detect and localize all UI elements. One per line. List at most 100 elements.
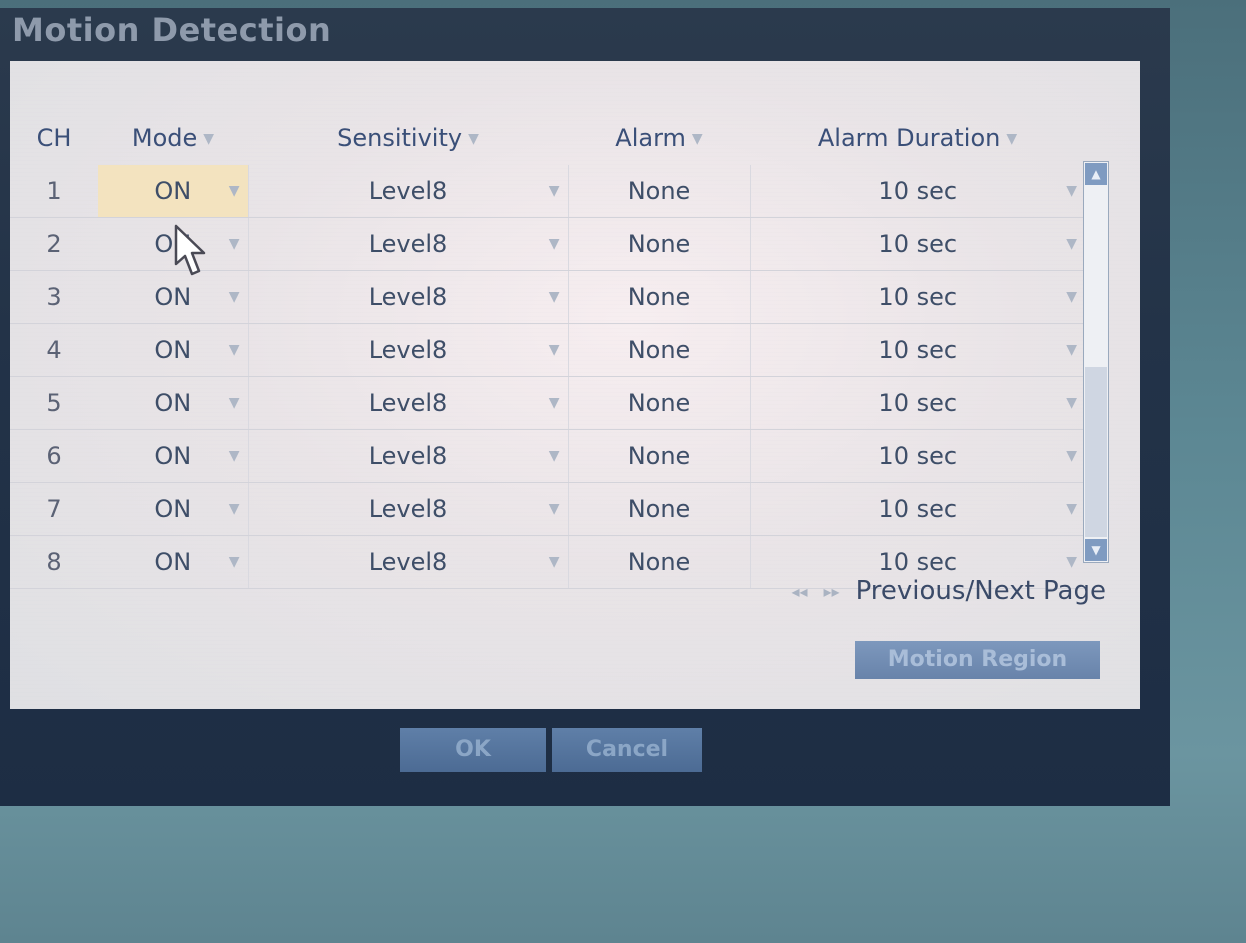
alarm-value: None (627, 177, 691, 205)
alarm-select[interactable]: None (567, 429, 750, 483)
alarm-select[interactable]: None (567, 165, 750, 218)
mode-select[interactable]: ON ▼ (98, 323, 248, 377)
mode-value: ON (154, 336, 192, 364)
chevron-down-icon: ▼ (228, 448, 240, 464)
motion-region-button[interactable]: Motion Region (855, 641, 1100, 679)
duration-select[interactable]: 10 sec ▼ (749, 165, 1085, 218)
header-mode[interactable]: Mode ▼ (98, 111, 248, 165)
table-row: 1 ON ▼ Level8 ▼ None 10 sec ▼ (10, 165, 1085, 218)
motion-detection-window: Motion Detection CH Mode ▼ Sensitivity ▼ A… (0, 8, 1170, 806)
mode-select[interactable]: ON ▼ (98, 165, 248, 218)
sensitivity-select[interactable]: Level8 ▼ (247, 270, 568, 324)
duration-select[interactable]: 10 sec ▼ (749, 217, 1085, 271)
header-ch: CH (36, 124, 72, 152)
duration-value: 10 sec (878, 336, 958, 364)
mode-select[interactable]: ON ▼ (98, 535, 248, 589)
mode-select[interactable]: ON ▼ (98, 429, 248, 483)
alarm-value: None (627, 548, 691, 576)
sensitivity-value: Level8 (368, 495, 448, 523)
header-alarm[interactable]: Alarm ▼ (568, 111, 750, 165)
chevron-down-icon: ▼ (228, 236, 240, 252)
duration-select[interactable]: 10 sec ▼ (749, 323, 1085, 377)
chevron-down-icon: ▼ (228, 554, 240, 570)
duration-select[interactable]: 10 sec ▼ (749, 429, 1085, 483)
channel-number: 1 (10, 165, 98, 218)
mode-value: ON (154, 177, 192, 205)
chevron-down-icon: ▼ (548, 236, 560, 252)
mode-value: ON (154, 283, 192, 311)
double-right-arrow-icon[interactable]: ▸▸ (824, 582, 840, 601)
table-row: 4 ON ▼ Level8 ▼ None 10 sec ▼ (10, 323, 1085, 377)
chevron-down-icon: ▼ (1066, 395, 1077, 411)
duration-select[interactable]: 10 sec ▼ (749, 270, 1085, 324)
sensitivity-select[interactable]: Level8 ▼ (247, 535, 568, 589)
alarm-select[interactable]: None (567, 270, 750, 324)
chevron-down-icon: ▼ (1066, 501, 1077, 517)
duration-value: 10 sec (878, 389, 958, 417)
chevron-down-icon: ▼ (228, 183, 240, 199)
channel-number: 6 (10, 429, 98, 483)
chevron-down-icon: ▼ (1066, 236, 1077, 252)
chevron-down-icon: ▼ (228, 289, 240, 305)
channel-number: 7 (10, 482, 98, 536)
chevron-down-icon: ▼ (548, 289, 560, 305)
page-navigation: ◂◂ ▸▸ Previous/Next Page (791, 576, 1106, 606)
sensitivity-select[interactable]: Level8 ▼ (247, 429, 568, 483)
sensitivity-select[interactable]: Level8 ▼ (247, 165, 568, 218)
channel-number: 4 (10, 323, 98, 377)
scroll-down-arrow-icon[interactable]: ▼ (1085, 539, 1107, 561)
alarm-value: None (627, 495, 691, 523)
duration-value: 10 sec (878, 442, 958, 470)
alarm-select[interactable]: None (567, 323, 750, 377)
sensitivity-select[interactable]: Level8 ▼ (247, 482, 568, 536)
mode-value: ON (154, 548, 192, 576)
mode-select[interactable]: ON ▼ (98, 376, 248, 430)
alarm-select[interactable]: None (567, 217, 750, 271)
mouse-pointer-icon (174, 224, 206, 276)
chevron-down-icon: ▼ (691, 131, 703, 147)
sensitivity-select[interactable]: Level8 ▼ (247, 323, 568, 377)
sensitivity-value: Level8 (368, 177, 448, 205)
table-header-row: CH Mode ▼ Sensitivity ▼ Alarm ▼ Alarm Durat… (10, 111, 1085, 165)
chevron-down-icon: ▼ (1066, 183, 1077, 199)
alarm-select[interactable]: None (567, 376, 750, 430)
chevron-down-icon: ▼ (228, 395, 240, 411)
alarm-value: None (627, 230, 691, 258)
mode-select[interactable]: ON ▼ (98, 482, 248, 536)
duration-value: 10 sec (878, 177, 958, 205)
duration-select[interactable]: 10 sec ▼ (749, 482, 1085, 536)
ok-button[interactable]: OK (400, 728, 546, 772)
duration-value: 10 sec (878, 495, 958, 523)
alarm-select[interactable]: None (567, 535, 750, 589)
duration-select[interactable]: 10 sec ▼ (749, 376, 1085, 430)
table-scrollbar[interactable]: ▲ ▼ (1083, 161, 1109, 563)
table-row: 5 ON ▼ Level8 ▼ None 10 sec ▼ (10, 376, 1085, 430)
chevron-down-icon: ▼ (548, 395, 560, 411)
cancel-button[interactable]: Cancel (552, 728, 702, 772)
sensitivity-select[interactable]: Level8 ▼ (247, 376, 568, 430)
double-left-arrow-icon[interactable]: ◂◂ (791, 582, 807, 601)
chevron-down-icon: ▼ (548, 448, 560, 464)
scrollbar-thumb[interactable] (1085, 367, 1107, 537)
chevron-down-icon: ▼ (203, 131, 215, 147)
scroll-up-arrow-icon[interactable]: ▲ (1085, 163, 1107, 185)
table-row: 6 ON ▼ Level8 ▼ None 10 sec ▼ (10, 429, 1085, 483)
chevron-down-icon: ▼ (1066, 342, 1077, 358)
window-title: Motion Detection (12, 11, 332, 49)
header-alarm-label: Alarm (615, 124, 686, 152)
channel-number: 8 (10, 535, 98, 589)
table-row: 7 ON ▼ Level8 ▼ None 10 sec ▼ (10, 482, 1085, 536)
header-alarm-duration[interactable]: Alarm Duration ▼ (750, 111, 1085, 165)
channel-number: 5 (10, 376, 98, 430)
duration-value: 10 sec (878, 548, 958, 576)
alarm-value: None (627, 283, 691, 311)
alarm-value: None (627, 336, 691, 364)
chevron-down-icon: ▼ (468, 131, 479, 147)
alarm-select[interactable]: None (567, 482, 750, 536)
chevron-down-icon: ▼ (1066, 448, 1077, 464)
header-sensitivity[interactable]: Sensitivity ▼ (248, 111, 568, 165)
sensitivity-select[interactable]: Level8 ▼ (247, 217, 568, 271)
chevron-down-icon: ▼ (1066, 289, 1077, 305)
chevron-down-icon: ▼ (1066, 554, 1077, 570)
sensitivity-value: Level8 (368, 548, 448, 576)
